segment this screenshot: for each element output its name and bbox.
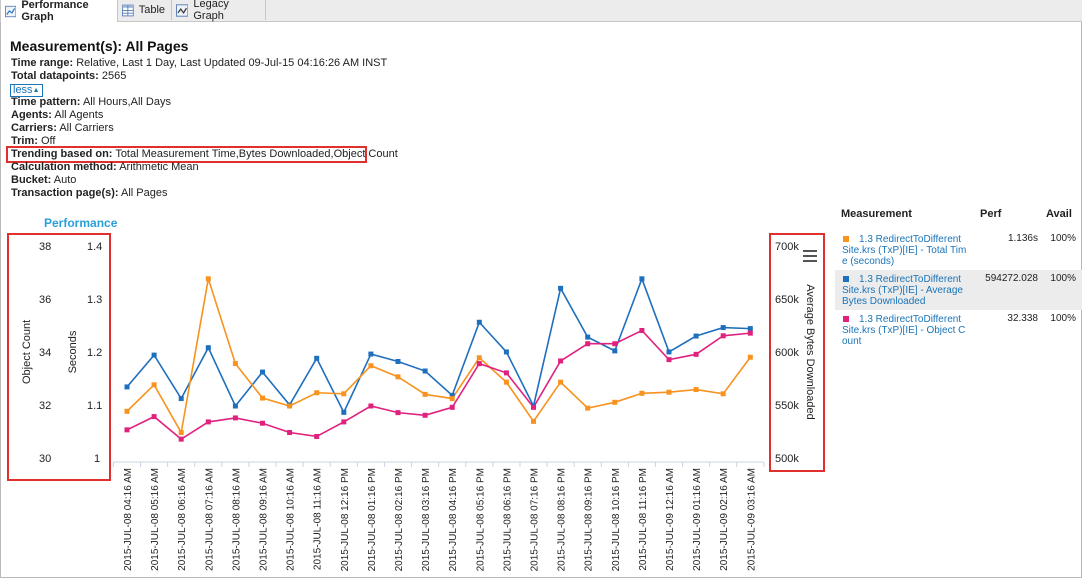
object-count-tick: 34 [39, 347, 52, 359]
performance-graph-icon [5, 5, 17, 17]
legend-row-object-count[interactable]: 1.3 RedirectToDifferent Site.krs (TxP)[I… [835, 310, 1082, 350]
object-count-tick: 32 [39, 400, 52, 412]
bucket-label: Bucket: [11, 174, 52, 186]
legend-avail-value: 100% [1050, 313, 1076, 324]
legend-avail-value: 100% [1050, 273, 1076, 284]
legacy-graph-icon [176, 3, 189, 17]
legend-perf-value: 1.136s [1007, 233, 1038, 244]
legend-header-measurement: Measurement [841, 208, 912, 220]
seconds-tick: 1.2 [87, 347, 103, 359]
seconds-tick: 1.1 [87, 400, 103, 412]
legend-row-bytes[interactable]: 1.3 RedirectToDifferent Site.krs (TxP)[I… [835, 270, 1082, 310]
page-title: Measurement(s): All Pages [10, 38, 189, 54]
bytes-axis-title: Average Bytes Downloaded [804, 284, 816, 420]
bucket-value: Auto [53, 174, 77, 186]
time-pattern-row: Time pattern: All Hours,All Days [11, 96, 171, 109]
legend-series-name[interactable]: 1.3 RedirectToDifferent Site.krs (TxP)[I… [842, 234, 968, 267]
object-count-tick: 36 [39, 294, 52, 306]
agents-value: All Agents [54, 109, 104, 121]
agents-row: Agents: All Agents [11, 109, 103, 122]
chart-menu-icon[interactable] [803, 250, 817, 265]
tab-legacy-graph[interactable]: Legacy Graph [172, 0, 266, 22]
tab-label: Performance Graph [21, 0, 89, 23]
carriers-row: Carriers: All Carriers [11, 122, 114, 135]
bytes-tick: 700k [775, 241, 799, 253]
agents-label: Agents: [11, 109, 52, 121]
time-range-value: Relative, Last 1 Day, Last Updated 09-Ju… [76, 57, 388, 69]
bucket-row: Bucket: Auto [11, 174, 76, 187]
transaction-label: Transaction page(s): [11, 187, 119, 199]
legend-header-avail: Avail [1046, 208, 1072, 220]
seconds-tick: 1.4 [87, 241, 103, 253]
chart-title: Performance [44, 216, 118, 230]
carriers-label: Carriers: [11, 122, 57, 134]
legend-header-perf: Perf [980, 208, 1002, 220]
legend-series-name[interactable]: 1.3 RedirectToDifferent Site.krs (TxP)[I… [842, 314, 968, 347]
bytes-tick: 550k [775, 400, 799, 412]
less-link-label: less [13, 84, 33, 96]
calc-method-label: Calculation method: [11, 161, 117, 173]
bytes-tick: 650k [775, 294, 799, 306]
tab-performance-graph[interactable]: Performance Graph [0, 0, 118, 23]
time-range-row: Time range: Relative, Last 1 Day, Last U… [11, 57, 387, 70]
legend-avail-value: 100% [1050, 233, 1076, 244]
datapoints-label: Total datapoints: [11, 70, 99, 82]
seconds-axis-title: Seconds [67, 330, 79, 374]
seconds-tick: 1 [94, 453, 101, 465]
object-count-tick: 30 [39, 453, 52, 465]
tab-label: Legacy Graph [193, 0, 229, 22]
seconds-tick: 1.3 [87, 294, 103, 306]
legend-row-total-time[interactable]: 1.3 RedirectToDifferent Site.krs (TxP)[I… [835, 230, 1082, 270]
object-count-axis-title: Object Count [21, 319, 33, 384]
datapoints-row: Total datapoints: 2565 [11, 70, 126, 83]
legend-perf-value: 32.338 [1007, 313, 1038, 324]
transaction-row: Transaction page(s): All Pages [11, 187, 168, 200]
tab-label: Table [138, 4, 165, 16]
tab-bar: Performance Graph Table Legacy Graph [0, 0, 1082, 23]
caret-up-icon: ▲ [32, 87, 40, 94]
legend-series-name[interactable]: 1.3 RedirectToDifferent Site.krs (TxP)[I… [842, 274, 968, 307]
calc-method-row: Calculation method: Arithmetic Mean [11, 161, 199, 174]
tab-table[interactable]: Table [118, 0, 172, 20]
table-icon [122, 4, 134, 16]
bytes-tick: 600k [775, 347, 799, 359]
datapoints-value: 2565 [101, 70, 127, 82]
carriers-value: All Carriers [59, 122, 114, 134]
time-pattern-value: All Hours,All Days [82, 96, 171, 108]
transaction-value: All Pages [121, 187, 168, 199]
calc-method-value: Arithmetic Mean [119, 161, 199, 173]
object-count-tick: 38 [39, 241, 52, 253]
time-range-label: Time range: [11, 57, 74, 69]
legend-perf-value: 594272.028 [985, 273, 1038, 284]
bytes-tick: 500k [775, 453, 799, 465]
time-pattern-label: Time pattern: [11, 96, 81, 108]
